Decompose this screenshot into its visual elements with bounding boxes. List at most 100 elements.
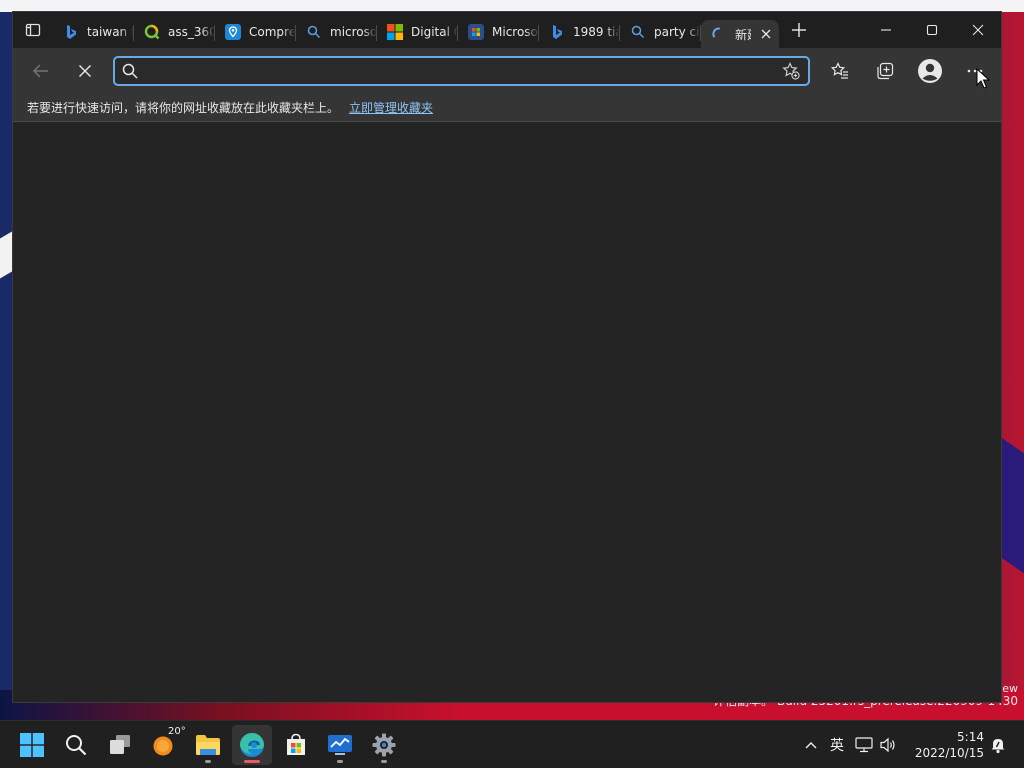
page-content[interactable] — [13, 122, 1001, 702]
task-view-icon — [110, 735, 130, 754]
maximize-icon — [926, 24, 938, 36]
plus-icon — [792, 23, 806, 37]
arrow-left-icon — [33, 64, 48, 78]
favorites-bar-message: 若要进行快速访问，请将你的网址收藏放在此收藏夹栏上。 — [27, 101, 340, 115]
network-icon — [855, 737, 873, 753]
folder-icon — [196, 735, 220, 755]
search-icon — [115, 63, 145, 79]
remote-desktop-button[interactable] — [320, 725, 360, 765]
notification-bell-icon — [991, 739, 1005, 754]
browser-tab-active[interactable]: 新建 — [701, 20, 779, 48]
browser-tab[interactable]: Microso — [458, 18, 539, 46]
chevron-up-icon — [805, 742, 817, 749]
close-icon — [972, 24, 984, 36]
clock-time: 5:14 — [957, 730, 984, 744]
wallpaper-shape — [1000, 436, 1024, 574]
wallpaper-shape — [0, 231, 12, 279]
store-button[interactable] — [276, 725, 316, 765]
tab-title: 新建 — [735, 27, 751, 42]
browser-tab[interactable]: Compre — [215, 18, 296, 46]
browser-tab[interactable]: party cit — [620, 18, 701, 46]
file-explorer-button[interactable] — [188, 725, 228, 765]
input-method-indicator[interactable]: 英 — [822, 735, 852, 755]
star-add-icon — [782, 62, 800, 80]
close-icon — [761, 29, 771, 39]
tab-actions-icon — [25, 23, 41, 37]
browser-toolbar — [13, 48, 1001, 94]
microsoft-logo-icon — [387, 24, 403, 40]
weather-widget[interactable]: 20° — [144, 725, 186, 765]
tab-title: ass_360 — [168, 25, 215, 39]
browser-tab[interactable]: Digital C — [377, 18, 458, 46]
settings-button[interactable] — [364, 725, 404, 765]
tab-close-button[interactable] — [759, 27, 773, 41]
store-icon — [287, 733, 305, 755]
browser-tab[interactable]: ass_360 — [134, 18, 215, 46]
manage-favorites-link[interactable]: 立即管理收藏夹 — [349, 99, 433, 116]
running-indicator — [337, 760, 343, 763]
windows-logo-icon — [20, 733, 44, 757]
favorites-bar: 若要进行快速访问，请将你的网址收藏放在此收藏夹栏上。 立即管理收藏夹 — [13, 94, 1001, 122]
stop-loading-button[interactable] — [63, 51, 107, 91]
system-tray: 英 — [800, 721, 900, 768]
back-button[interactable] — [19, 51, 63, 91]
tab-title: taiwan f — [87, 25, 134, 39]
favorites-icon — [830, 62, 848, 79]
profile-button[interactable] — [907, 51, 952, 91]
browser-window: taiwan f ass_360 Compre microso Digital … — [12, 11, 1002, 703]
tab-title: 1989 tia — [573, 25, 620, 39]
collections-button[interactable] — [862, 51, 907, 91]
maximize-button[interactable] — [909, 12, 955, 48]
weather-temperature: 20° — [168, 726, 186, 737]
tab-title: party cit — [654, 25, 701, 39]
browser-tab[interactable]: 1989 tia — [539, 18, 620, 46]
search-button[interactable] — [56, 725, 96, 765]
running-indicator — [381, 760, 387, 763]
tab-actions-button[interactable] — [13, 12, 53, 48]
add-favorite-button[interactable] — [774, 62, 808, 80]
clock[interactable]: 5:14 2022/10/15 — [912, 729, 984, 761]
running-indicator — [205, 760, 211, 763]
collections-icon — [876, 62, 893, 80]
tab-title: Compre — [249, 25, 296, 39]
address-input[interactable] — [145, 58, 774, 84]
edge-button[interactable] — [232, 725, 272, 765]
volume-button[interactable] — [876, 737, 900, 753]
running-indicator — [244, 760, 260, 763]
tab-title: microso — [330, 25, 377, 39]
favorites-button[interactable] — [817, 51, 862, 91]
browser-tab[interactable]: microso — [296, 18, 377, 46]
tab-title: Digital C — [411, 25, 458, 39]
show-hidden-icons-button[interactable] — [800, 741, 822, 749]
tab-title: Microso — [492, 25, 538, 39]
task-view-button[interactable] — [100, 725, 140, 765]
taskbar: 20° 英 5:14 2022/10/15 — [0, 720, 1024, 768]
gear-icon — [372, 733, 396, 757]
settings-more-button[interactable] — [952, 51, 997, 91]
minimize-button[interactable] — [863, 12, 909, 48]
close-window-button[interactable] — [955, 12, 1001, 48]
search-icon — [306, 24, 322, 40]
start-button[interactable] — [12, 725, 52, 765]
avatar-icon — [917, 59, 942, 83]
address-bar[interactable] — [113, 56, 810, 86]
toolbar-actions — [817, 48, 997, 94]
browser-tab[interactable]: taiwan f — [53, 18, 134, 46]
mouse-cursor-icon — [976, 68, 990, 89]
new-tab-button[interactable] — [779, 12, 819, 48]
edge-icon — [240, 733, 264, 757]
clock-date: 2022/10/15 — [914, 746, 984, 760]
minimize-icon — [881, 29, 891, 31]
monitor-chart-icon — [328, 735, 352, 755]
close-icon — [79, 65, 91, 77]
window-controls — [863, 12, 1001, 48]
notification-button[interactable] — [988, 735, 1008, 755]
tab-strip: taiwan f ass_360 Compre microso Digital … — [13, 12, 1001, 48]
speaker-icon — [880, 737, 895, 753]
network-button[interactable] — [852, 737, 876, 753]
loading-spinner-icon — [711, 26, 727, 42]
location-pin-icon — [225, 24, 241, 40]
search-icon — [66, 735, 87, 756]
q-logo-icon — [144, 24, 160, 40]
store-icon — [468, 24, 484, 40]
